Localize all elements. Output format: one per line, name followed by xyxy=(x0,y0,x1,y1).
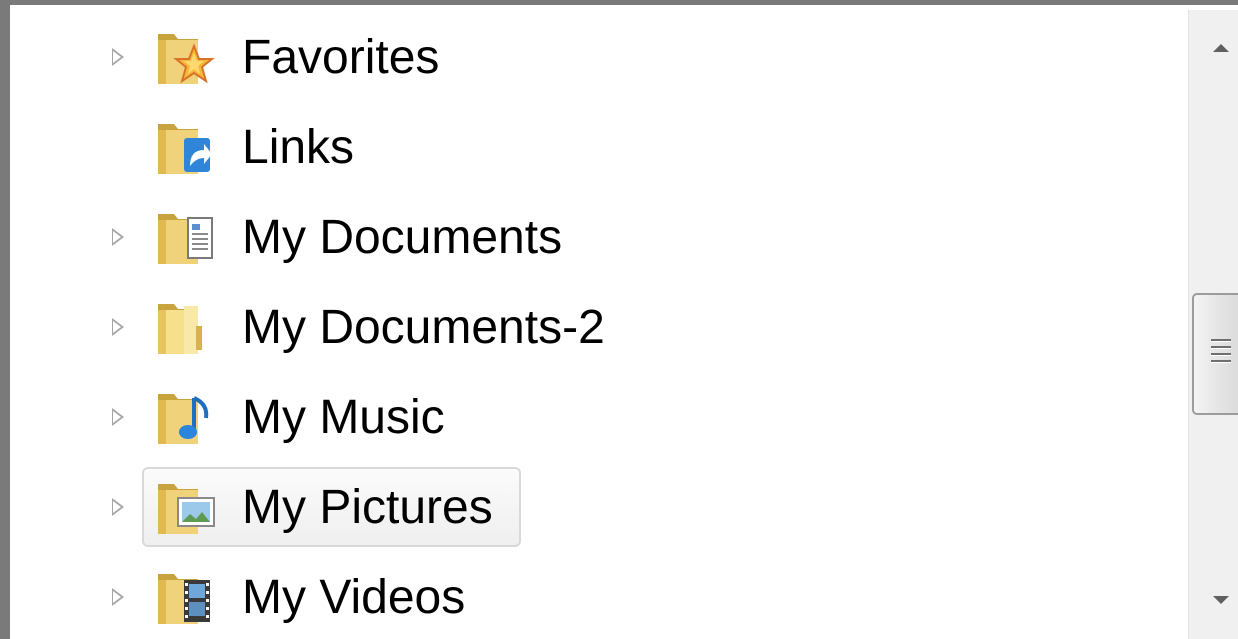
tree-item-my-music[interactable]: My Music xyxy=(20,372,1188,462)
tree-item-label: My Videos xyxy=(242,571,466,624)
plain-folder-icon xyxy=(158,304,202,354)
scroll-down-button[interactable] xyxy=(1189,564,1238,639)
arrow-up-icon xyxy=(1213,44,1229,52)
tree-item-favorites[interactable]: Favorites xyxy=(20,12,1188,102)
expand-arrow-icon[interactable] xyxy=(112,498,124,516)
folder-tree: Favorites Links My Documents My Document… xyxy=(20,10,1188,639)
tree-item-label: My Pictures xyxy=(242,481,493,534)
scroll-up-button[interactable] xyxy=(1189,10,1238,90)
tree-item-label: My Documents xyxy=(242,211,563,264)
favorites-folder-icon xyxy=(158,34,215,84)
music-folder-icon xyxy=(158,394,209,444)
tree-item-links[interactable]: Links xyxy=(20,102,1188,192)
tree-item-label: Favorites xyxy=(242,31,440,84)
tree-item-my-documents-2[interactable]: My Documents-2 xyxy=(20,282,1188,372)
videos-folder-icon xyxy=(158,574,210,624)
tree-item-label: Links xyxy=(242,121,355,174)
expand-arrow-icon[interactable] xyxy=(112,408,124,426)
tree-item-my-videos[interactable]: My Videos xyxy=(20,552,1188,639)
links-folder-icon xyxy=(158,124,212,174)
tree-item-my-pictures[interactable]: My Pictures xyxy=(20,462,1188,552)
arrow-down-icon xyxy=(1213,596,1229,604)
expand-arrow-icon[interactable] xyxy=(112,318,124,336)
tree-item-my-documents[interactable]: My Documents xyxy=(20,192,1188,282)
vertical-scrollbar[interactable] xyxy=(1188,10,1238,639)
folder-tree-window: Favorites Links My Documents My Document… xyxy=(0,0,1238,639)
pictures-folder-icon xyxy=(158,484,215,534)
expand-arrow-icon[interactable] xyxy=(112,228,124,246)
grip-icon xyxy=(1211,339,1231,367)
expand-arrow-icon[interactable] xyxy=(112,588,124,606)
tree-item-label: My Music xyxy=(242,391,445,444)
scrollbar-thumb[interactable] xyxy=(1192,293,1238,415)
documents-folder-icon xyxy=(158,214,213,264)
tree-item-label: My Documents-2 xyxy=(242,301,605,354)
expand-arrow-icon[interactable] xyxy=(112,48,124,66)
